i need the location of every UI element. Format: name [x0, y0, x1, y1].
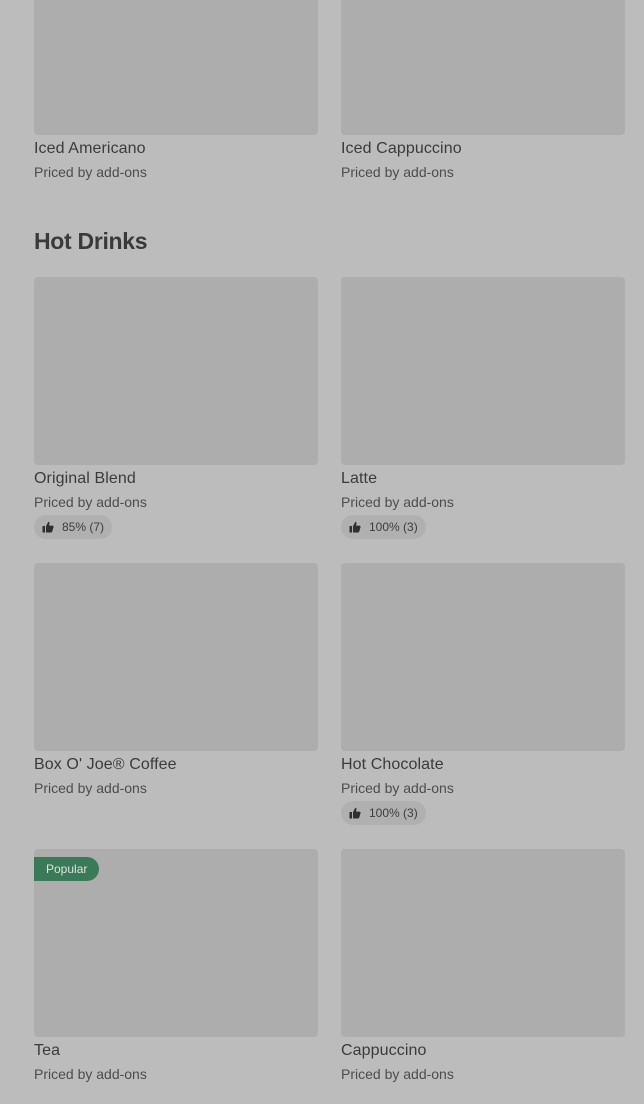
- item-image[interactable]: [34, 277, 318, 465]
- item-name: Box O' Joe® Coffee: [34, 756, 177, 773]
- item-image[interactable]: [341, 277, 625, 465]
- item-name: Original Blend: [34, 470, 136, 487]
- thumbs-up-icon: [349, 521, 361, 533]
- item-price: Priced by add-ons: [34, 1066, 147, 1082]
- thumbs-up-icon: [42, 521, 54, 533]
- item-name: Latte: [341, 470, 378, 487]
- item-name: Iced Cappuccino: [341, 140, 462, 157]
- item-image[interactable]: [34, 563, 318, 751]
- rating-text: 85% (7): [62, 520, 105, 534]
- thumbs-up-icon: [349, 807, 361, 819]
- rating-pill: 100% (3): [341, 515, 426, 539]
- rating-pill: 100% (3): [341, 801, 426, 825]
- item-price: Priced by add-ons: [341, 780, 454, 796]
- item-image[interactable]: [34, 0, 318, 135]
- item-price: Priced by add-ons: [341, 494, 454, 510]
- item-price: Priced by add-ons: [34, 780, 147, 796]
- rating-text: 100% (3): [369, 520, 418, 534]
- section-title: Hot Drinks: [34, 228, 148, 254]
- item-name: Hot Chocolate: [341, 756, 444, 773]
- item-name: Cappuccino: [341, 1042, 427, 1059]
- item-name: Iced Americano: [34, 140, 146, 157]
- rating-pill: 85% (7): [34, 515, 113, 539]
- item-price: Priced by add-ons: [341, 164, 454, 180]
- item-price: Priced by add-ons: [34, 494, 147, 510]
- item-image[interactable]: [341, 563, 625, 751]
- item-name: Tea: [34, 1042, 61, 1059]
- item-price: Priced by add-ons: [341, 1066, 454, 1082]
- rating-text: 100% (3): [369, 806, 418, 820]
- item-price: Priced by add-ons: [34, 164, 147, 180]
- popular-badge: Popular: [34, 857, 100, 881]
- item-image[interactable]: [341, 0, 625, 135]
- item-image[interactable]: [341, 849, 625, 1037]
